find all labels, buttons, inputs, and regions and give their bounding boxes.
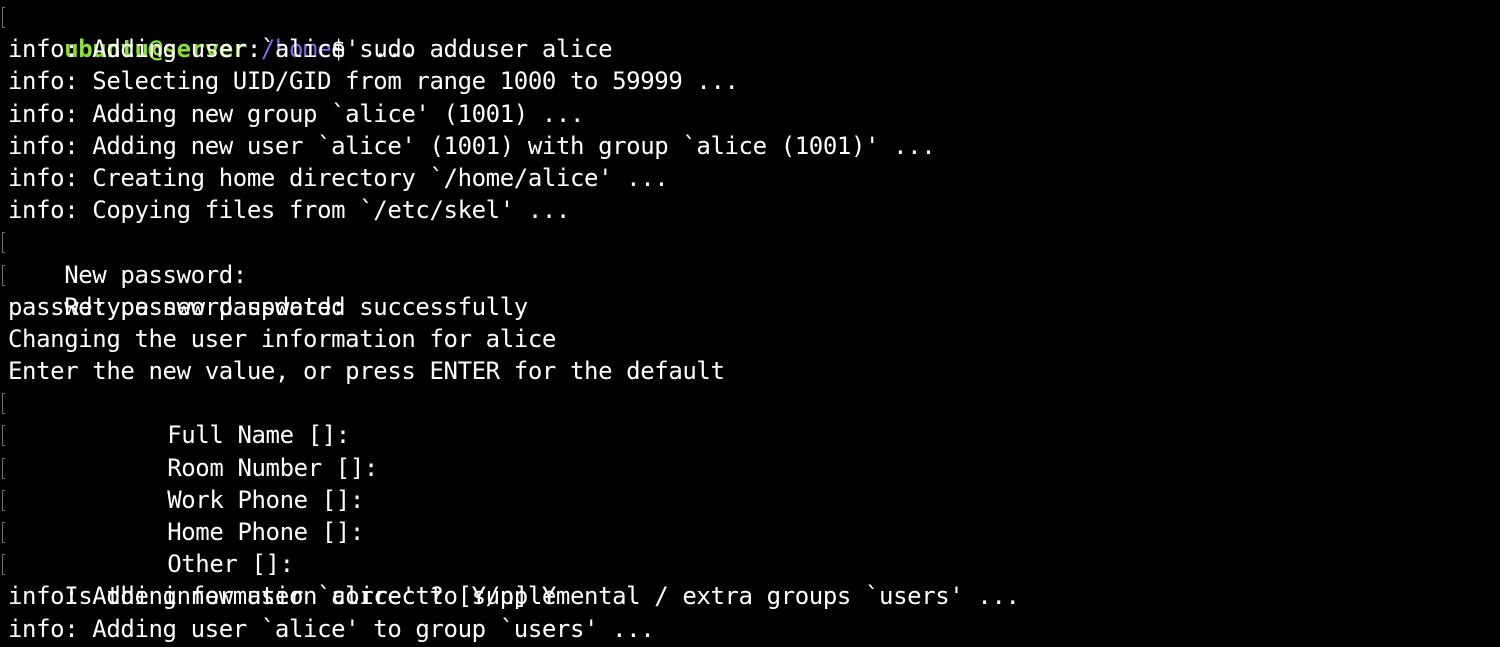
output-line: info: Copying files from `/etc/skel' ...: [8, 196, 570, 225]
output-line: passwd: password updated successfully: [8, 292, 528, 321]
output-line: info: Adding new user `alice' (1001) wit…: [8, 131, 936, 160]
work-phone-prompt: Work Phone []:: [0, 452, 1500, 514]
confirm-prompt: Is the information correct? [Y/n] Y: [0, 548, 1500, 610]
output-line: info: Adding new user `alice' to supplem…: [8, 582, 1020, 611]
input-line-marker: [2, 457, 5, 479]
output-line: info: Adding new group `alice' (1001) ..…: [8, 99, 585, 128]
room-number-prompt: Room Number []:: [0, 419, 1500, 482]
full-name-prompt: Full Name []:: [0, 387, 1500, 449]
input-line-marker: [2, 393, 5, 415]
home-phone-prompt: Home Phone []:: [0, 484, 1500, 546]
input-line-marker: [2, 425, 5, 447]
output-line: info: Selecting UID/GID from range 1000 …: [8, 67, 739, 96]
retype-password-prompt: Retype new password:: [0, 259, 1500, 321]
output-line: Enter the new value, or press ENTER for …: [8, 357, 725, 386]
other-prompt: Other []:: [0, 516, 1500, 578]
command-line: ubuntu@server:/home$ sudo adduser alice: [0, 1, 1500, 63]
output-line: info: Creating home directory `/home/ali…: [8, 163, 669, 192]
input-line-marker: [2, 7, 5, 28]
input-line-marker: [2, 232, 5, 254]
input-line-marker: [2, 264, 5, 286]
input-line-marker: [2, 522, 5, 543]
output-line: info: Adding user `alice' ...: [8, 35, 416, 64]
output-line: info: Adding user `alice' to group `user…: [8, 614, 655, 643]
input-line-marker: [2, 489, 5, 511]
terminal-window[interactable]: ubuntu@server:/home$ sudo adduser alice …: [0, 0, 1500, 647]
new-password-prompt: New password:: [0, 226, 1500, 289]
input-line-marker: [2, 554, 5, 576]
output-line: Changing the user information for alice: [8, 324, 556, 353]
